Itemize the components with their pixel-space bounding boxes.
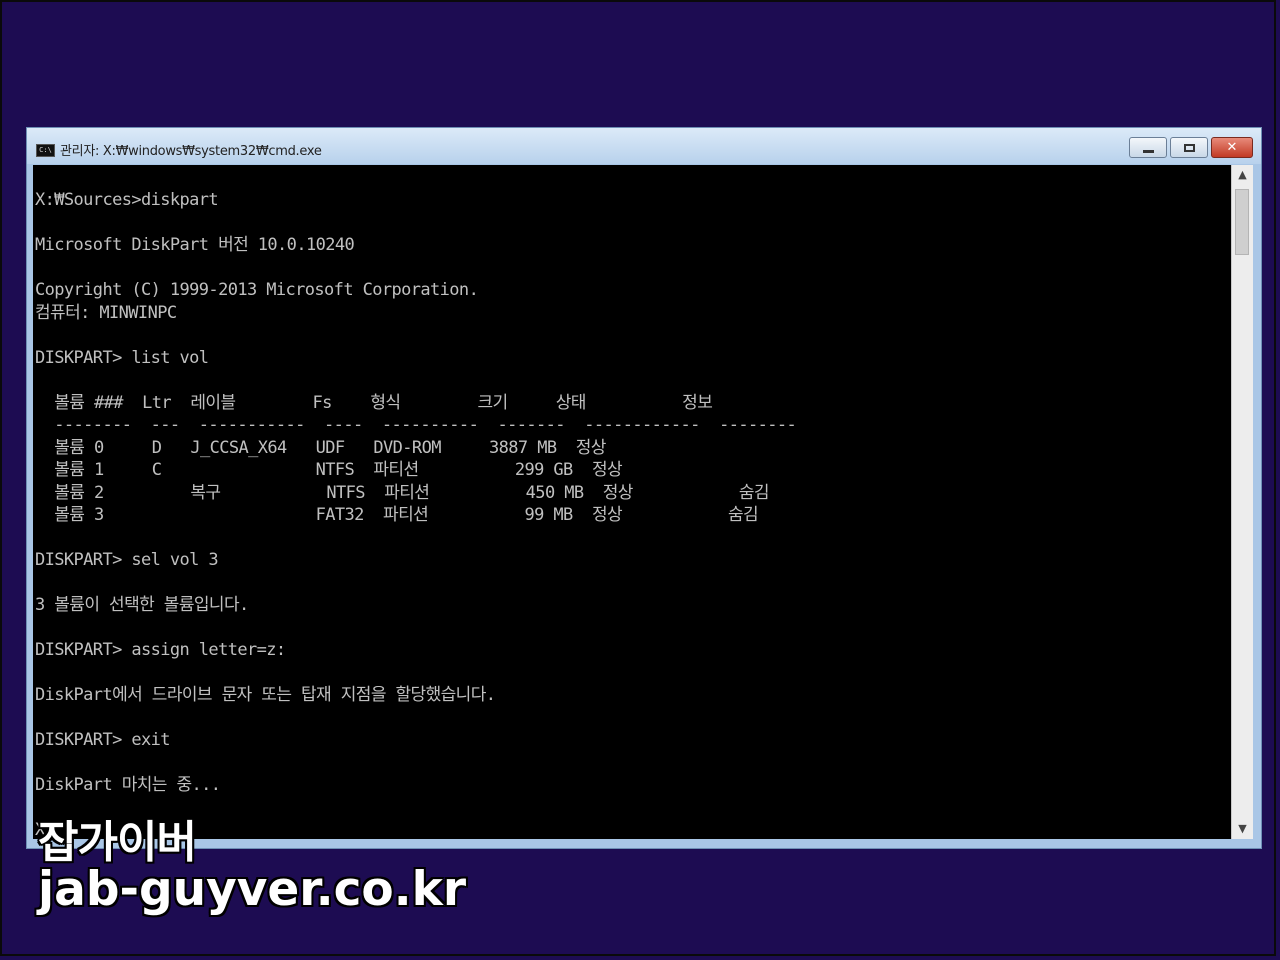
watermark-url: jab-guyver.co.kr <box>38 862 467 917</box>
console-line: DiskPart 마치는 중... <box>35 775 221 795</box>
minimize-button[interactable] <box>1129 137 1167 158</box>
console-output[interactable]: X:₩Sources>diskpart Microsoft DiskPart 버… <box>33 165 1231 839</box>
scrollbar-thumb[interactable] <box>1235 189 1249 255</box>
console-line: DISKPART> sel vol 3 <box>35 550 219 570</box>
console-line: 컴퓨터: MINWINPC <box>35 302 177 323</box>
console-line: 볼륨 2 복구 NTFS 파티션 450 MB 정상 숨김 <box>54 482 769 503</box>
console-line: DiskPart에서 드라이브 문자 또는 탑재 지점을 할당했습니다. <box>35 685 496 705</box>
console-line: -------- --- ----------- ---- ----------… <box>54 415 797 435</box>
console-line: 볼륨 1 C NTFS 파티션 299 GB 정상 <box>54 460 623 480</box>
vertical-scrollbar[interactable]: ▲ ▼ <box>1231 165 1253 839</box>
console-line: 볼륨 0 D J_CCSA_X64 UDF DVD-ROM 3887 MB 정상 <box>54 437 606 458</box>
cmd-window: C:\ 관리자: X:₩windows₩system32₩cmd.exe ✕ X… <box>26 127 1262 849</box>
console-line: Copyright (C) 1999-2013 Microsoft Corpor… <box>35 280 479 300</box>
console-line: DISKPART> assign letter=z: <box>35 640 286 660</box>
close-icon: ✕ <box>1226 140 1238 155</box>
scroll-up-arrow-icon[interactable]: ▲ <box>1232 165 1253 185</box>
minimize-icon <box>1142 149 1154 153</box>
console-line: 볼륨 3 FAT32 파티션 99 MB 정상 숨김 <box>54 505 759 525</box>
console-line: 볼륨 ### Ltr 레이블 Fs 형식 크기 상태 정보 <box>54 392 713 413</box>
close-button[interactable]: ✕ <box>1211 137 1253 158</box>
maximize-button[interactable] <box>1170 137 1208 158</box>
title-bar[interactable]: C:\ 관리자: X:₩windows₩system32₩cmd.exe ✕ <box>27 128 1261 164</box>
console-line: 3 볼륨이 선택한 볼륨입니다. <box>35 595 249 615</box>
console-line: DISKPART> list vol <box>35 347 209 368</box>
window-title: 관리자: X:₩windows₩system32₩cmd.exe <box>60 144 322 159</box>
watermark-name: 잡가이버 <box>38 817 197 868</box>
scroll-down-arrow-icon[interactable]: ▼ <box>1232 819 1253 839</box>
console-text: X:₩Sources>diskpart Microsoft DiskPart 버… <box>35 189 797 839</box>
console-line: Microsoft DiskPart 버전 10.0.10240 <box>35 235 355 255</box>
console-app-icon[interactable]: C:\ <box>36 144 55 157</box>
maximize-icon <box>1183 143 1195 152</box>
console-line: DISKPART> exit <box>35 730 170 750</box>
console-line: X:₩Sources>diskpart <box>35 190 219 210</box>
